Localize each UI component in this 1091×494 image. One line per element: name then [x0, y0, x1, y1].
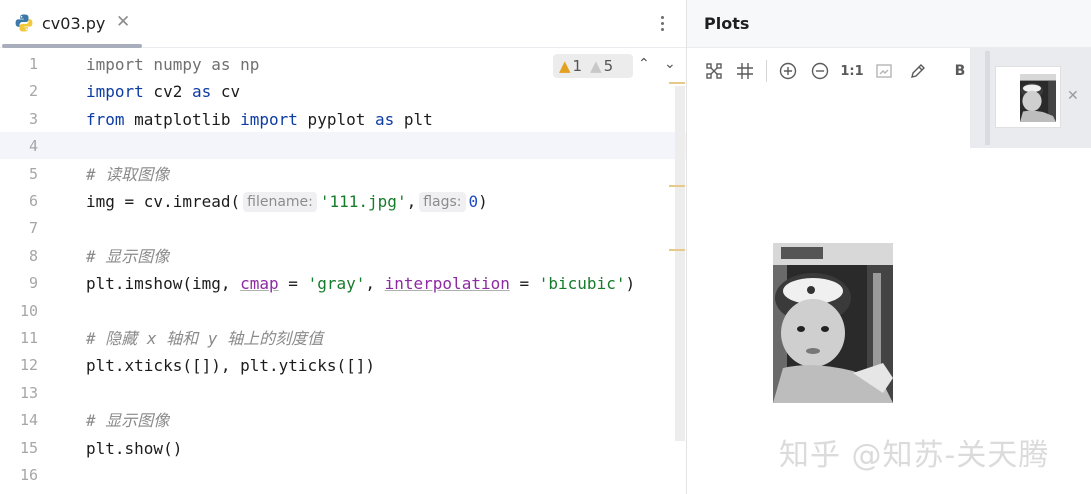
thumbnail-selection-bar — [985, 51, 990, 145]
code-token: plt.show() — [86, 438, 183, 458]
plots-toolbar: 1:1 B — [687, 48, 970, 94]
code-token: as — [374, 109, 395, 129]
code-token: plt — [394, 109, 433, 129]
toolbar-separator — [766, 60, 767, 82]
inspection-widget[interactable]: ▲ 1 ▲ 5 — [553, 54, 633, 78]
error-stripe-mark[interactable] — [669, 249, 685, 251]
code-token: import — [240, 109, 298, 129]
code-token: cv — [211, 82, 241, 102]
code-line[interactable]: # 显示图像 — [86, 407, 169, 434]
plots-tool-window: Plots 1:1 B ✕ — [686, 0, 1091, 494]
warning-count: 1 — [572, 57, 583, 75]
more-options-icon[interactable] — [654, 10, 670, 36]
code-line[interactable]: from matplotlib import pyplot as plt — [86, 106, 433, 133]
thumbnail-image — [1020, 74, 1056, 122]
code-token: plt.imshow(img, — [86, 274, 241, 294]
editor-tab-bar: cv03.py ✕ — [0, 0, 686, 48]
plot-image — [773, 243, 893, 403]
image-icon[interactable] — [873, 60, 895, 82]
code-comment: # 显示图像 — [86, 246, 170, 266]
code-token: ) — [478, 192, 488, 211]
code-token: numpy — [143, 55, 212, 74]
code-token: import — [86, 82, 144, 102]
code-comment: # 显示图像 — [86, 411, 170, 431]
parameter-hint: filename: — [243, 192, 317, 212]
code-token: '111.jpg' — [319, 192, 407, 211]
fit-to-window-icon[interactable] — [703, 60, 725, 82]
code-token: np — [230, 55, 260, 74]
grid-icon[interactable] — [734, 60, 756, 82]
code-token: , — [406, 192, 417, 211]
code-token: ) — [625, 274, 636, 294]
code-comment: # 隐藏 x 轴和 y 轴上的刻度值 — [86, 329, 324, 348]
code-token: = — [278, 274, 308, 294]
code-token: 0 — [468, 192, 479, 211]
code-token: import — [86, 55, 144, 74]
code-token: cv2 — [143, 82, 192, 102]
code-token: plt.xticks([]), plt.yticks([]) — [86, 356, 375, 376]
code-line[interactable]: # 显示图像 — [86, 243, 169, 270]
plots-header: Plots — [687, 0, 1091, 48]
plots-title: Plots — [704, 14, 750, 33]
close-icon[interactable]: ✕ — [1067, 88, 1079, 104]
code-line[interactable]: # 隐藏 x 轴和 y 轴上的刻度值 — [86, 325, 323, 352]
code-token: img = cv.imread( — [86, 192, 241, 211]
code-token: 'bicubic' — [538, 274, 626, 294]
code-comment: # 读取图像 — [86, 164, 170, 184]
zoom-out-icon[interactable] — [809, 60, 831, 82]
weak-warning-icon: ▲ — [590, 57, 602, 75]
code-token: pyplot — [297, 109, 375, 129]
error-stripe-mark[interactable] — [669, 185, 685, 187]
close-icon[interactable]: ✕ — [116, 12, 130, 32]
plot-thumbnails-panel: ✕ — [970, 48, 1091, 148]
next-highlight-icon[interactable]: ⌄ — [664, 56, 676, 72]
watermark: 知乎 @知苏-关天腾 — [779, 438, 1050, 473]
active-tab-indicator — [2, 44, 142, 48]
zoom-in-icon[interactable] — [777, 60, 799, 82]
code-token: , — [365, 274, 385, 294]
actual-size-button[interactable]: 1:1 — [840, 60, 863, 82]
code-editor[interactable]: cv03.py ✕ 1 2 3 4 5 6 7 8 9 10 11 12 13 14 15 16 import… — [0, 0, 686, 494]
python-icon — [15, 14, 33, 32]
plot-thumbnail[interactable] — [995, 66, 1061, 128]
previous-highlight-icon[interactable]: ⌃ — [638, 56, 650, 72]
code-line[interactable]: # 读取图像 — [86, 161, 169, 188]
tab-title: cv03.py — [42, 14, 106, 33]
code-token: as — [211, 55, 231, 74]
error-stripe-mark[interactable] — [669, 82, 685, 84]
weak-warning-count: 5 — [603, 57, 614, 75]
editor-tab[interactable]: cv03.py ✕ — [0, 0, 142, 48]
scrollbar[interactable] — [675, 86, 685, 441]
edit-icon[interactable] — [907, 60, 929, 82]
code-token: 'gray' — [307, 274, 366, 294]
parameter-hint: flags: — [419, 192, 466, 212]
code-token: as — [191, 82, 212, 102]
code-line[interactable]: import numpy as np — [86, 51, 259, 78]
code-line[interactable]: img = cv.imread(filename: '111.jpg', flags… — [86, 188, 488, 215]
warning-icon: ▲ — [559, 57, 571, 75]
code-area[interactable]: import numpy as np import cv2 as cv from m… — [0, 50, 686, 494]
code-token: from — [86, 109, 125, 129]
code-line[interactable]: plt.xticks([]), plt.yticks([]) — [86, 352, 375, 379]
code-token: matplotlib — [124, 109, 241, 129]
code-line[interactable]: plt.imshow(img, cmap = 'gray', interpola… — [86, 270, 635, 297]
overflow-toolbar-button[interactable]: B — [953, 60, 967, 82]
code-line[interactable]: import cv2 as cv — [86, 78, 240, 105]
code-token: cmap — [240, 274, 279, 294]
code-token: interpolation — [384, 274, 510, 294]
code-token: = — [509, 274, 539, 294]
code-line[interactable]: plt.show() — [86, 435, 182, 462]
